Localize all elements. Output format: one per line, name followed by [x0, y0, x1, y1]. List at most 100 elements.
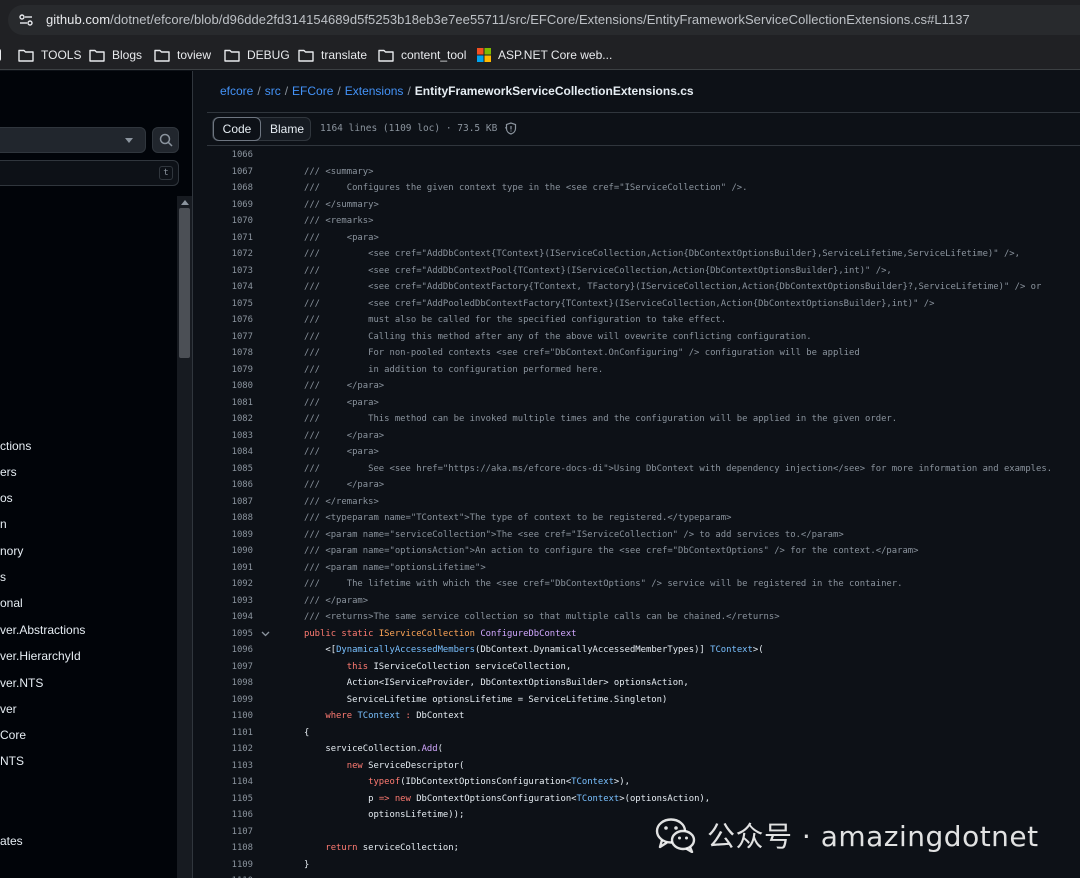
code-line[interactable]: 1090 /// <param name="optionsAction">An a…	[207, 543, 1080, 560]
line-number[interactable]: 1097	[207, 659, 253, 676]
code-line[interactable]: 1079 /// in addition to configuration per…	[207, 362, 1080, 379]
code-line[interactable]: 1109}	[207, 857, 1080, 874]
bookmark-translate[interactable]: translate	[298, 47, 367, 63]
line-number[interactable]: 1093	[207, 593, 253, 610]
bookmark-partial[interactable]	[0, 47, 1, 63]
breadcrumb-link-efcore[interactable]: EFCore	[292, 84, 333, 98]
line-number[interactable]: 1082	[207, 411, 253, 428]
tree-scrollbar[interactable]	[177, 196, 192, 878]
line-number[interactable]: 1078	[207, 345, 253, 362]
line-number[interactable]: 1076	[207, 312, 253, 329]
code-line[interactable]: 1069 /// </summary>	[207, 197, 1080, 214]
fold-chevron-icon[interactable]	[261, 631, 270, 637]
bookmark-toview[interactable]: toview	[154, 47, 211, 63]
code-line[interactable]: 1104 typeof(IDbContextOptionsConfigurati…	[207, 774, 1080, 791]
line-number[interactable]: 1079	[207, 362, 253, 379]
code-line[interactable]: 1087 /// </remarks>	[207, 494, 1080, 511]
code-line[interactable]: 1096 <[DynamicallyAccessedMembers(DbCont…	[207, 642, 1080, 659]
code-line[interactable]: 1091 /// <param name="optionsLifetime">	[207, 560, 1080, 577]
code-line[interactable]: 1066	[207, 147, 1080, 164]
bookmark-aspnet-core[interactable]: ASP.NET Core web...	[477, 47, 612, 63]
code-line[interactable]: 1082 /// This method can be invoked multi…	[207, 411, 1080, 428]
code-line[interactable]: 1093 /// </param>	[207, 593, 1080, 610]
line-number[interactable]: 1075	[207, 296, 253, 313]
search-files-button[interactable]	[152, 127, 179, 153]
bookmark-blogs[interactable]: Blogs	[89, 47, 142, 63]
line-number[interactable]: 1107	[207, 824, 253, 841]
line-number[interactable]: 1098	[207, 675, 253, 692]
code-line[interactable]: 1088 /// <typeparam name="TContext">The t…	[207, 510, 1080, 527]
line-number[interactable]: 1104	[207, 774, 253, 791]
code-viewer[interactable]: 1066 1067 /// <summary> 1068 /// Configures …	[207, 147, 1080, 878]
tree-item[interactable]: onal	[0, 595, 23, 611]
line-number[interactable]: 1087	[207, 494, 253, 511]
tree-item[interactable]: nory	[0, 543, 23, 559]
line-number[interactable]: 1092	[207, 576, 253, 593]
bookmark-content-tool[interactable]: content_tool	[378, 47, 466, 63]
tree-item[interactable]: ver.Abstractions	[0, 622, 85, 638]
line-number[interactable]: 1077	[207, 329, 253, 346]
tab-code[interactable]: Code	[213, 117, 261, 141]
line-number[interactable]: 1089	[207, 527, 253, 544]
code-line[interactable]: 1095 public static IServiceCollection Con…	[207, 626, 1080, 643]
code-line[interactable]: 1084 /// <para>	[207, 444, 1080, 461]
code-line[interactable]: 1089 /// <param name="serviceCollection">…	[207, 527, 1080, 544]
line-number[interactable]: 1102	[207, 741, 253, 758]
site-settings-icon[interactable]	[18, 12, 34, 28]
code-line[interactable]: 1073 /// <see cref="AddDbContextPool{TCon…	[207, 263, 1080, 280]
line-number[interactable]: 1090	[207, 543, 253, 560]
code-line[interactable]: 1075 /// <see cref="AddPooledDbContextFac…	[207, 296, 1080, 313]
line-number[interactable]: 1095	[207, 626, 253, 643]
code-line[interactable]: 1076 /// must also be called for the spec…	[207, 312, 1080, 329]
tree-item[interactable]: ver.NTS	[0, 675, 43, 691]
line-number[interactable]: 1101	[207, 725, 253, 742]
code-line[interactable]: 1077 /// Calling this method after any of…	[207, 329, 1080, 346]
line-number[interactable]: 1066	[207, 147, 253, 164]
code-line[interactable]: 1086 /// </para>	[207, 477, 1080, 494]
code-line[interactable]: 1072 /// <see cref="AddDbContext{TContext…	[207, 246, 1080, 263]
code-line[interactable]: 1080 /// </para>	[207, 378, 1080, 395]
tree-item[interactable]: ctions	[0, 438, 31, 454]
code-line[interactable]: 1110	[207, 873, 1080, 878]
line-number[interactable]: 1099	[207, 692, 253, 709]
line-number[interactable]: 1070	[207, 213, 253, 230]
line-number[interactable]: 1103	[207, 758, 253, 775]
line-number[interactable]: 1105	[207, 791, 253, 808]
line-number[interactable]: 1073	[207, 263, 253, 280]
line-number[interactable]: 1088	[207, 510, 253, 527]
tree-item[interactable]: os	[0, 490, 13, 506]
line-number[interactable]: 1108	[207, 840, 253, 857]
code-line[interactable]: 1092 /// The lifetime with which the <see…	[207, 576, 1080, 593]
code-line[interactable]: 1094 /// <returns>The same service collec…	[207, 609, 1080, 626]
code-line[interactable]: 1098 Action<IServiceProvider, DbContextO…	[207, 675, 1080, 692]
branch-select[interactable]	[0, 127, 146, 153]
line-number[interactable]: 1096	[207, 642, 253, 659]
line-number[interactable]: 1072	[207, 246, 253, 263]
tree-item[interactable]: ver.HierarchyId	[0, 648, 81, 664]
go-to-file-input[interactable]: t	[0, 160, 179, 186]
code-line[interactable]: 1099 ServiceLifetime optionsLifetime = S…	[207, 692, 1080, 709]
line-number[interactable]: 1109	[207, 857, 253, 874]
url-text[interactable]: github.com/dotnet/efcore/blob/d96dde2fd3…	[46, 12, 970, 27]
tree-item[interactable]: s	[0, 569, 6, 585]
breadcrumb-link-src[interactable]: src	[265, 84, 281, 98]
code-line[interactable]: 1071 /// <para>	[207, 230, 1080, 247]
line-number[interactable]: 1110	[207, 873, 253, 878]
tree-item[interactable]: ver	[0, 701, 17, 717]
line-number[interactable]: 1085	[207, 461, 253, 478]
line-number[interactable]: 1086	[207, 477, 253, 494]
code-line[interactable]: 1085 /// See <see href="https://aka.ms/ef…	[207, 461, 1080, 478]
line-number[interactable]: 1084	[207, 444, 253, 461]
tree-item[interactable]: n	[0, 516, 7, 532]
code-line[interactable]: 1067 /// <summary>	[207, 164, 1080, 181]
tree-item[interactable]: Core	[0, 727, 26, 743]
code-line[interactable]: 1083 /// </para>	[207, 428, 1080, 445]
line-number[interactable]: 1100	[207, 708, 253, 725]
code-line[interactable]: 1105 p => new DbContextOptionsConfigurat…	[207, 791, 1080, 808]
tree-item[interactable]: ers	[0, 464, 17, 480]
tab-blame[interactable]: Blame	[263, 118, 311, 140]
line-number[interactable]: 1067	[207, 164, 253, 181]
code-line[interactable]: 1074 /// <see cref="AddDbContextFactory{T…	[207, 279, 1080, 296]
breadcrumb-link-repo[interactable]: efcore	[220, 84, 253, 98]
line-number[interactable]: 1094	[207, 609, 253, 626]
